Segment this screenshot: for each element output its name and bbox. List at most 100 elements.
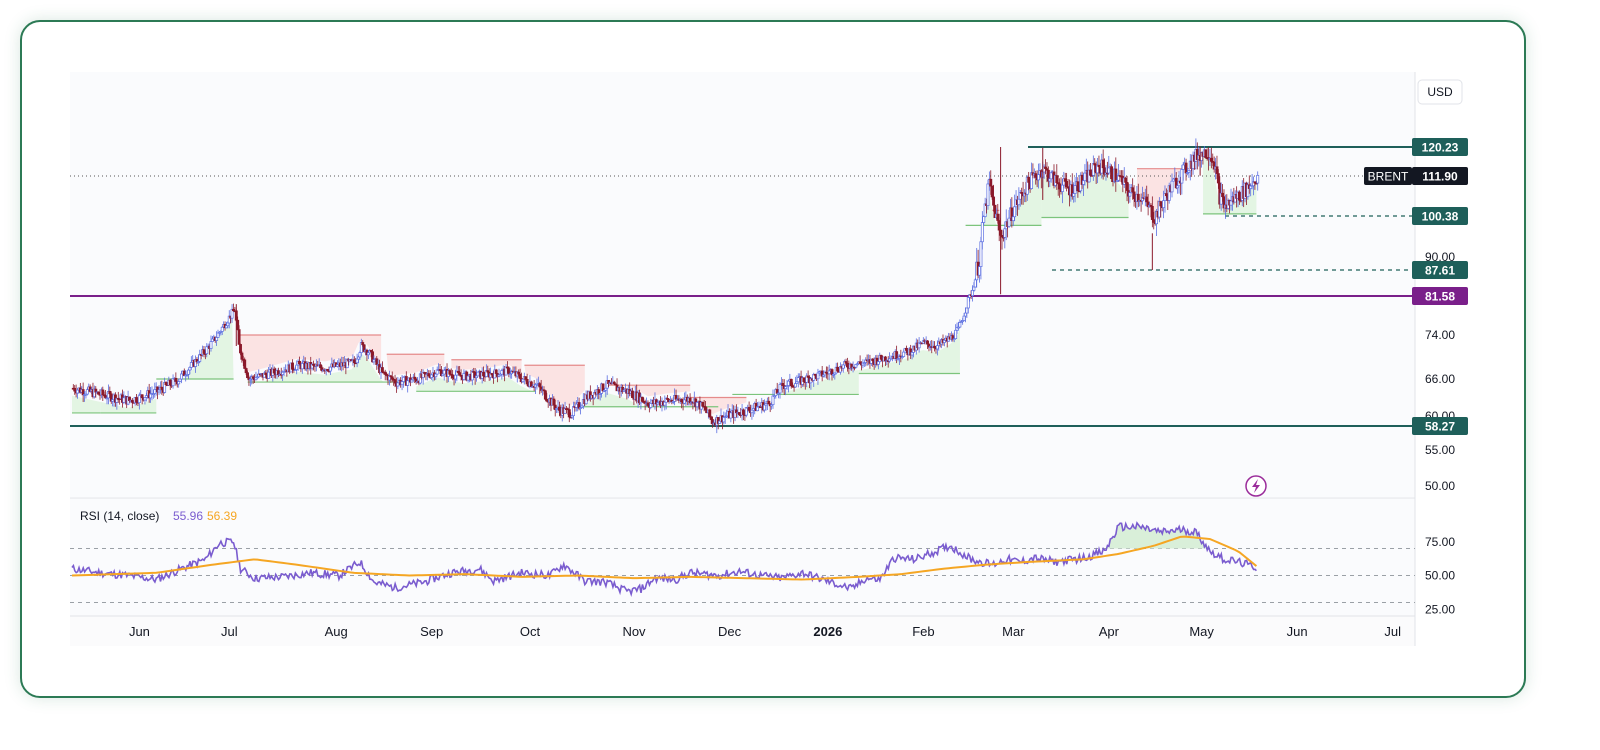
candle-body	[846, 362, 849, 368]
candle-body	[85, 389, 89, 395]
candle-body	[1229, 200, 1233, 206]
level-badge-label: 87.61	[1425, 264, 1455, 278]
rsi-title: RSI (14, close)	[80, 509, 159, 523]
x-tick-label: Jun	[1287, 624, 1308, 639]
candle-body	[81, 389, 85, 396]
price-tick-label: 66.00	[1425, 372, 1455, 386]
candle-body	[1159, 201, 1163, 207]
candle-body	[383, 371, 387, 375]
candle-body	[1110, 166, 1114, 180]
price-tick-label: 55.00	[1425, 443, 1455, 457]
candle-body	[507, 367, 511, 375]
candle-body	[73, 387, 77, 392]
x-tick-label: Nov	[622, 624, 646, 639]
candle-body	[272, 368, 276, 374]
rsi-panel	[70, 498, 1415, 616]
x-tick-label: Mar	[1002, 624, 1025, 639]
candle-body	[153, 389, 157, 394]
candle-body	[631, 390, 634, 398]
candle-body	[649, 403, 653, 408]
candle-body	[140, 394, 144, 399]
candle-body	[1162, 200, 1166, 208]
candle-body	[1007, 217, 1011, 227]
candle-body	[448, 370, 452, 375]
candle-body	[236, 319, 240, 330]
level-badge-label: 81.58	[1425, 290, 1455, 304]
candle-body	[986, 183, 990, 206]
candle-body	[137, 394, 141, 404]
candle-body	[1058, 183, 1062, 190]
candle-body	[518, 373, 522, 379]
candle-body	[328, 366, 332, 372]
candle-body	[1114, 168, 1118, 182]
x-tick-label: Oct	[520, 624, 541, 639]
candle-body	[521, 378, 525, 383]
candle-body	[771, 395, 775, 405]
candle-body	[796, 377, 800, 383]
candle-body	[168, 379, 172, 386]
candle-body	[243, 359, 247, 369]
candle-body	[552, 398, 556, 406]
candle-body	[663, 401, 667, 406]
candle-body	[239, 344, 242, 354]
candle-body	[1107, 167, 1111, 174]
candle-body	[640, 396, 644, 402]
candle-body	[216, 332, 220, 338]
candle-body	[978, 266, 981, 276]
candle-body	[816, 372, 820, 380]
candle-body	[135, 397, 138, 403]
price-panel	[70, 72, 1415, 497]
candle-body	[101, 389, 105, 396]
candle-body	[750, 409, 754, 414]
alert-button[interactable]	[1245, 475, 1267, 497]
candle-body	[1027, 176, 1031, 183]
candle-body	[990, 185, 994, 198]
candle-body	[954, 329, 958, 340]
candle-body	[209, 341, 213, 349]
candle-body	[729, 412, 733, 419]
candle-body	[494, 369, 498, 374]
candle-body	[1072, 193, 1076, 197]
candle-body	[1145, 196, 1149, 203]
candle-body	[240, 352, 244, 360]
candle-body	[210, 338, 214, 342]
candle-body	[1128, 192, 1132, 197]
candle-body	[982, 216, 986, 223]
candle-body	[876, 361, 880, 365]
candle-body	[1170, 180, 1174, 193]
currency-label: USD	[1427, 85, 1453, 99]
x-tick-label: Apr	[1099, 624, 1120, 639]
candle-body	[291, 362, 294, 370]
candle-body	[695, 401, 699, 408]
candle-body	[442, 369, 446, 375]
candle-body	[500, 370, 504, 375]
rsi-tick-label: 75.00	[1425, 535, 1455, 549]
candle-body	[434, 373, 438, 378]
candle-body	[674, 395, 678, 400]
candle-body	[430, 374, 434, 378]
candle-body	[1209, 157, 1213, 162]
candle-body	[1065, 181, 1069, 188]
candle-body	[406, 380, 410, 386]
candle-body	[557, 406, 561, 411]
candle-body	[1055, 175, 1059, 183]
candle-body	[1216, 173, 1220, 184]
candle-body	[177, 381, 181, 385]
candle-body	[380, 367, 384, 373]
candle-body	[298, 360, 301, 365]
x-tick-label: May	[1189, 624, 1214, 639]
candle-body	[789, 378, 793, 387]
candle-body	[778, 384, 782, 394]
candle-body	[1132, 191, 1136, 200]
candle-body	[763, 404, 767, 411]
candle-body	[1221, 192, 1225, 198]
candle-body	[1082, 180, 1085, 185]
candle-body	[220, 326, 224, 332]
candle-body	[1063, 178, 1067, 182]
candle-body	[267, 371, 271, 379]
candle-body	[1089, 169, 1092, 176]
candle-body	[543, 390, 547, 400]
candle-body	[451, 374, 455, 379]
candle-body	[300, 363, 304, 370]
candle-body	[174, 377, 178, 382]
